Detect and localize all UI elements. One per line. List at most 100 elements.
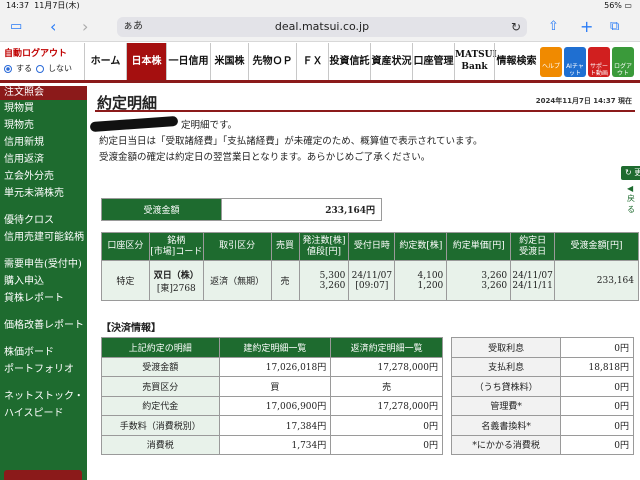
notice-line-1: 約定日当日は「受取諸経費」「支払諸経費」が未確定のため、概算値で表示されています… [99,136,483,147]
nav-day-margin[interactable]: 一日信用 [166,43,210,80]
sidebar-item-demand[interactable]: 需要申告(受付中) [0,256,87,273]
sidebar-item-margin-new[interactable]: 信用新規 [0,134,87,151]
redaction-mark [89,115,179,133]
table-row: 約定代金 17,006,900円 17,278,000円 [101,395,443,416]
auto-logout: 自動ログアウト する しない [4,46,84,74]
ai-chat-button[interactable]: AIチャット [564,47,586,77]
back-link[interactable]: ◀ 戻る [627,184,640,215]
nav-home[interactable]: ホーム [84,43,126,80]
nav-funds[interactable]: 投資信託 [328,43,370,80]
settlement-amount-summary: 受渡金額 233,164円 [101,198,382,221]
amount-label: 受渡金額 [101,198,222,221]
nav-account[interactable]: 口座管理 [412,43,454,80]
col-received: 受付日時 [348,232,396,261]
table-row: 手数料（消費税別） 17,384円 0円 [101,415,443,436]
logout-button[interactable]: ログアウト [612,47,634,77]
auto-logout-title: 自動ログアウト [4,49,68,59]
col-amount: 受渡金額[円] [554,232,639,261]
cell-account: 特定 [101,260,150,301]
table-row: 消費税 1,734円 0円 [101,434,443,455]
col-side: 売買 [270,232,300,261]
address-bar[interactable]: ぁあ deal.matsui.co.jp ↻ [117,17,527,37]
sidebar-item-netstock[interactable]: ネットストック・ [0,388,87,405]
sidebar-item-portfolio[interactable]: ポートフォリオ [0,361,87,378]
cell-trade-type: 返済（無期） [202,260,272,301]
table-row: （うち貸株料） 0円 [450,376,634,397]
settlement-info-table: 上記約定の明細 建約定明細一覧 返済約定明細一覧 受渡金額 17,026,018… [101,337,443,455]
col-trade-type: 取引区分 [202,232,272,261]
cell-stock[interactable]: 双日（株） [東]2768 [148,260,204,301]
reload-icon[interactable]: ↻ [511,17,521,37]
tabs-overview-icon[interactable]: ⧉ [610,18,619,36]
title-divider [95,110,635,112]
execution-detail-table: 口座区分 銘柄 [市場]コード 取引区分 売買 発注数[株] 値段[円] 受付日時 … [101,232,639,301]
table-row: 特定 双日（株） [東]2768 返済（無期） 売 5,300 3,260 24/1… [101,260,639,301]
col-open-list[interactable]: 建約定明細一覧 [218,337,332,358]
cell-order-qty: 5,300 3,260 [298,260,350,301]
amount-value: 233,164円 [221,198,382,221]
sidebar-bottom-tab[interactable] [4,470,82,480]
sidebar-item-cash-buy[interactable]: 現物買 [0,100,87,117]
main-content: 約定明細 2024年11月7日 14:37 現在 定明細です。 約定日当日は「受… [87,86,640,480]
refresh-icon: ↻ [625,168,632,177]
col-stock: 銘柄 [市場]コード [148,232,204,261]
battery-indicator: 56% ▭ [604,1,632,10]
col-close-list[interactable]: 返済約定明細一覧 [330,337,443,358]
sidebar-item-lending-report[interactable]: 貸株レポート [0,290,87,307]
sidebar-item-odd-lot-sell[interactable]: 単元未満株売 [0,185,87,202]
cell-dates: 24/11/07 24/11/11 [510,260,556,301]
sidebar-item-shortable[interactable]: 信用売建可能銘柄 [0,229,87,246]
sidebar-item-stock-board[interactable]: 株価ボード [0,344,87,361]
nav-us-stock[interactable]: 米国株 [210,43,248,80]
url-text: deal.matsui.co.jp [274,20,370,33]
cell-received: 24/11/07 [09:07] [348,260,396,301]
cell-side: 売 [270,260,300,301]
col-account: 口座区分 [101,232,150,261]
table-row: 名義書換料* 0円 [450,415,634,436]
refresh-button[interactable]: ↻ 更新 [621,166,640,180]
auto-logout-on-radio[interactable] [4,64,12,73]
sidebar-item-price-report[interactable]: 価格改善レポート [0,317,87,334]
as-of-datetime: 2024年11月7日 14:37 現在 [535,97,632,105]
table-row: 管理費* 0円 [450,395,634,416]
sidebar-item-yutai-cross[interactable]: 優待クロス [0,212,87,229]
nav-fx[interactable]: ＦＸ [296,43,328,80]
auto-logout-on-label: する [16,64,32,73]
table-row: 受渡金額 17,026,018円 17,278,000円 [101,356,443,377]
sidebar-item-order-inquiry[interactable]: 注文照会 [0,86,87,100]
interest-fees-table: 受取利息 0円 支払利息 18,818円 （うち貸株料） 0円 管理費* 0円 名義書換… [450,337,634,455]
cell-exec-price: 3,260 3,260 [446,260,512,301]
left-sidebar: 注文照会 現物買 現物売 信用新規 信用返済 立会外分売 単元未満株売 優待クロ… [0,86,87,480]
back-nav-icon[interactable]: ‹ [50,18,56,36]
status-bar: 14:37 11月7日(木) 56% ▭ [0,0,640,12]
sidebar-item-purchase[interactable]: 購入申込 [0,273,87,290]
nav-info-search[interactable]: 情報検索 [494,43,538,80]
nav-futures-options[interactable]: 先物ＯＰ [248,43,296,80]
sidebar-item-highspeed[interactable]: ハイスピード [0,405,87,422]
col-exec-price: 約定単価[円] [446,232,512,261]
table-row: 支払利息 18,818円 [450,356,634,377]
sidebar-item-off-floor[interactable]: 立会外分売 [0,168,87,185]
nav-matsui-bank[interactable]: MATSUI Bank [454,43,497,80]
col-exec-qty: 約定数[株] [394,232,448,261]
support-video-button[interactable]: サポート動画 [588,47,610,77]
auto-logout-off-radio[interactable] [36,64,44,73]
status-time: 14:37 11月7日(木) [6,1,80,10]
new-tab-icon[interactable]: + [580,18,593,36]
table-row: 売買区分 買 売 [101,376,443,397]
site-nav: 自動ログアウト する しない ホーム 日本株 一日信用 米国株 先物ＯＰ ＦＸ … [0,43,640,83]
table-row: *にかかる消費税 0円 [450,434,634,455]
nav-japan-stock[interactable]: 日本株 [126,43,166,80]
auto-logout-off-label: しない [48,64,72,73]
forward-nav-icon[interactable]: › [82,18,88,36]
col-order-qty: 発注数[株] 値段[円] [298,232,350,261]
nav-assets[interactable]: 資産状況 [370,43,412,80]
table-row: 受取利息 0円 [450,337,634,358]
help-button[interactable]: ヘルプ [540,47,562,77]
notice-line-2: 受渡金額の確定は約定日の翌営業日となります。あらかじめご了承ください。 [99,152,431,163]
col-dates: 約定日 受渡日 [510,232,556,261]
sidebar-item-margin-repay[interactable]: 信用返済 [0,151,87,168]
share-icon[interactable]: ⇧ [548,18,559,36]
sidebar-item-cash-sell[interactable]: 現物売 [0,117,87,134]
sidebar-toggle-icon[interactable]: ▭ [10,18,22,36]
